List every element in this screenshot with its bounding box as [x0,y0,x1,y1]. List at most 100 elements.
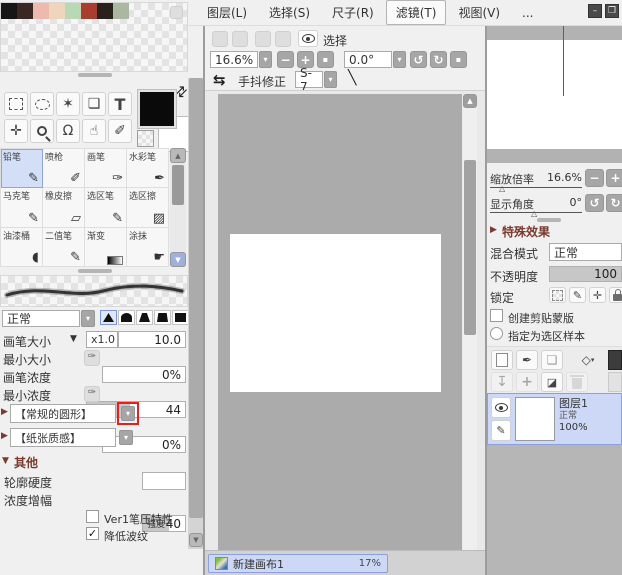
panel-divider-grip[interactable] [78,73,112,77]
rotate-view-tool[interactable]: Ω [56,119,80,143]
angle-reset-button[interactable]: ▪ [450,51,467,68]
brush-blend-mode-select[interactable]: 正常 [2,310,80,327]
nav-zoom-in-button[interactable]: + [606,169,622,187]
brush-pencil[interactable]: 铅笔 ✎ [1,149,43,189]
brush-airbrush[interactable]: 喷枪 ✐ [43,149,85,189]
new-layer-button[interactable] [491,350,513,370]
delete-layer-button[interactable] [566,372,588,392]
layer-mask-button[interactable]: ◇ ▾ [575,350,601,370]
selection-visibility-button[interactable] [298,30,318,47]
color-swatch[interactable] [65,3,81,19]
brush-size-slider[interactable]: 10.0 [118,331,186,348]
min-size-slider[interactable]: 0% [102,366,186,383]
eyedropper-tool[interactable]: ✐ [108,119,132,143]
ver1-pressure-checkbox[interactable] [86,510,99,523]
canvas-scroll-area[interactable] [218,94,462,551]
panel-divider-grip[interactable] [537,218,561,222]
clipped-toolbar-button[interactable] [608,372,622,392]
canvas-vertical-scrollbar[interactable]: ▲ [463,94,477,551]
color-swatch[interactable] [81,3,97,19]
scroll-up-button[interactable]: ▲ [463,94,477,108]
shape-select-tool[interactable]: ❏ [82,92,106,116]
zoom-out-button[interactable]: − [277,51,294,68]
layer-row-selected[interactable]: ✎ 图层1 正常 100% [487,393,622,445]
brush-brush[interactable]: 画笔 ✑ [85,149,127,189]
text-tool[interactable]: T [108,92,132,116]
min-density-pressure-button[interactable]: ✑ [84,386,100,402]
left-panel-scrollbar[interactable]: ▼ [188,78,204,549]
brush-selection-pen[interactable]: 选区笔 ✎ [85,188,127,228]
menu-item-select[interactable]: 选择(S) [259,0,320,25]
shape-preset-extra-box[interactable] [142,472,186,490]
layer-visibility-button[interactable] [491,397,511,418]
brush-selection-eraser[interactable]: 选区擦 ▨ [127,188,169,228]
rect-select-tool[interactable] [4,92,28,116]
edge-shape-sharp[interactable] [100,310,117,325]
scrollbar-thumb[interactable] [464,160,476,335]
scroll-up-button[interactable]: ▲ [170,148,186,163]
clear-layer-button[interactable]: ◪ [541,372,563,392]
slider-marker-icon[interactable]: △ [499,184,505,193]
lock-position-button[interactable]: ✛ [589,287,606,303]
brush-watercolor[interactable]: 水彩笔 ✒ [127,149,169,189]
disabled-toolbar-button[interactable] [255,31,271,47]
disabled-toolbar-button[interactable] [232,31,248,47]
size-multiplier-box[interactable]: x1.0 [86,331,118,348]
menu-item-layer[interactable]: 图层(L) [197,0,257,25]
stroke-style-icon[interactable]: ╲ [348,70,356,86]
brush-shape-preset-box[interactable]: 【常规的圆形】 [10,404,116,423]
size-unit-dropdown[interactable]: ▼ [70,334,77,344]
new-layer-folder-button[interactable]: ❏ [541,350,563,370]
color-swatch[interactable] [1,3,17,19]
nav-rotate-ccw-button[interactable]: ↺ [585,194,604,212]
nav-zoom-out-button[interactable]: − [585,169,604,187]
rotate-ccw-button[interactable]: ↺ [410,51,427,68]
reduce-ripple-checkbox[interactable]: ✓ [86,527,99,540]
new-vector-layer-button[interactable]: ✒ [516,350,538,370]
menu-item-ruler[interactable]: 尺子(R) [322,0,384,25]
opacity-slider[interactable]: 100 [549,266,622,282]
expand-arrow-icon[interactable]: ▶ [1,431,8,441]
navigator-panel[interactable] [487,26,622,163]
color-swatch[interactable] [33,3,49,19]
scrollbar-thumb[interactable] [172,165,184,205]
scroll-down-button[interactable]: ▼ [189,533,203,547]
angle-dropdown-button[interactable]: ▾ [393,51,406,68]
scroll-down-button[interactable]: ▼ [170,252,186,267]
min-size-pressure-button[interactable]: ✑ [84,350,100,366]
expand-arrow-icon[interactable]: ▶ [490,225,497,235]
shape-preset-dropdown-button[interactable]: ▾ [121,406,135,421]
layer-paint-button[interactable]: ✎ [491,420,511,441]
canvas-document[interactable] [230,234,441,392]
move-tool[interactable]: ✛ [4,119,28,143]
menu-item-view[interactable]: 视图(V) [448,0,510,25]
brush-smudge[interactable]: 涂抹 ☛ [127,227,169,267]
zoom-value-box[interactable]: 16.6% [210,51,258,68]
stabilizer-value-box[interactable]: S-7 [295,66,323,94]
stabilizer-dropdown-button[interactable]: ▾ [324,71,337,88]
edge-shape-square[interactable] [172,310,189,325]
transfer-down-button[interactable]: ↧ [491,372,513,392]
lock-pixels-button[interactable]: ✎ [569,287,586,303]
zoom-dropdown-button[interactable]: ▾ [259,51,272,68]
disabled-toolbar-button[interactable] [275,31,291,47]
hand-tool[interactable]: ☝ [82,119,106,143]
brush-gradient[interactable]: 渐变 [85,227,127,267]
collapse-arrow-icon[interactable]: ▼ [2,456,9,466]
rotate-cw-button[interactable]: ↻ [430,51,447,68]
expand-arrow-icon[interactable]: ▶ [1,407,8,417]
merge-down-button[interactable]: + [516,372,538,392]
foreground-color-well[interactable] [137,89,177,129]
clipping-mask-checkbox[interactable] [490,309,503,322]
layer-thumbnail[interactable] [515,397,555,441]
brush-blend-dropdown-button[interactable]: ▾ [81,310,95,327]
scrollbar-thumb[interactable] [189,78,203,518]
flip-canvas-icon[interactable]: ⇆ [213,71,226,89]
color-swatch[interactable] [113,3,129,19]
brush-bucket[interactable]: 油漆桶 ◖ [1,227,43,267]
brush-binary-pen[interactable]: 二值笔 ✎ [43,227,85,267]
nav-rotate-cw-button[interactable]: ↻ [606,194,622,212]
lasso-tool[interactable] [30,92,54,116]
zoom-tool[interactable] [30,119,54,143]
edge-shape-trapezoid[interactable] [154,310,171,325]
